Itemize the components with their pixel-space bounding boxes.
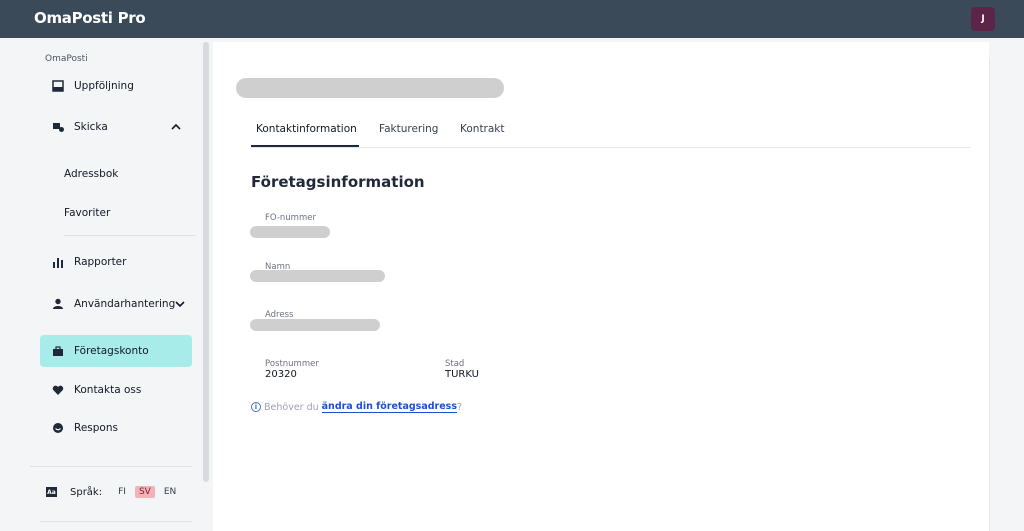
user-icon [50, 296, 66, 312]
tab-fakturering[interactable]: Fakturering [379, 123, 438, 135]
sidebar-item-anvandarhantering[interactable]: Användarhantering [40, 288, 192, 320]
app-title[interactable]: OmaPosti Pro [34, 9, 146, 27]
sidebar-subitem-adressbok[interactable]: Adressbok [64, 168, 118, 180]
language-selector: Aa Språk: FI SV EN [46, 486, 180, 498]
sidebar-scrollbar[interactable] [203, 42, 209, 482]
user-avatar[interactable]: J [971, 7, 995, 31]
top-bar: OmaPosti Pro J [0, 0, 1024, 38]
chevron-down-icon[interactable] [175, 300, 185, 311]
redacted-address [250, 319, 380, 331]
change-address-link[interactable]: ändra din företagsadress [321, 401, 457, 413]
postal-code-label: Postnummer [265, 359, 319, 369]
content-border [989, 58, 990, 531]
hint-prefix: Behöver du [264, 401, 319, 413]
tab-kontaktinformation[interactable]: Kontaktinformation [256, 123, 357, 135]
language-label: Språk: [70, 486, 103, 498]
sidebar-divider [40, 521, 192, 522]
change-address-hint: i Behöver du ändra din företagsadress ? [251, 401, 462, 413]
redacted-name [250, 270, 385, 282]
heart-icon [50, 382, 66, 398]
city-value: TURKU [445, 369, 479, 380]
sidebar-item-label: Rapporter [74, 256, 127, 268]
sidebar-item-respons[interactable]: Respons [40, 412, 192, 444]
sidebar-item-label: Kontakta oss [74, 384, 142, 396]
main-content: Kontaktinformation Fakturering Kontrakt … [213, 42, 989, 531]
redacted-company-name [236, 78, 504, 98]
sidebar-item-label: Respons [74, 422, 118, 434]
sidebar-divider [64, 235, 196, 236]
language-option-sv[interactable]: SV [134, 486, 155, 498]
sidebar-item-kontakta-oss[interactable]: Kontakta oss [40, 374, 192, 406]
language-option-fi[interactable]: FI [114, 486, 130, 498]
language-icon: Aa [46, 487, 57, 497]
sidebar-item-rapporter[interactable]: Rapporter [40, 246, 192, 278]
sidebar: OmaPosti Uppföljning Skicka Adressbok Fa… [0, 38, 210, 531]
sidebar-item-skicka[interactable]: Skicka [40, 111, 192, 143]
sidebar-item-uppfoljning[interactable]: Uppföljning [40, 70, 192, 102]
sidebar-divider [30, 466, 192, 467]
tab-kontrakt[interactable]: Kontrakt [460, 123, 505, 135]
sidebar-item-label: Företagskonto [74, 345, 149, 357]
inbox-icon [50, 78, 66, 94]
send-package-icon [50, 119, 66, 135]
city-label: Stad [445, 359, 465, 369]
briefcase-icon [50, 343, 66, 359]
sidebar-section-label: OmaPosti [45, 54, 88, 64]
tab-bar: Kontaktinformation Fakturering Kontrakt [251, 118, 970, 148]
chevron-up-icon[interactable] [171, 122, 181, 133]
sidebar-item-label: Uppföljning [74, 80, 134, 92]
postal-code-value: 20320 [265, 369, 297, 380]
sidebar-subitem-favoriter[interactable]: Favoriter [64, 207, 110, 219]
info-icon: i [251, 402, 261, 412]
active-tab-indicator [251, 145, 359, 147]
bar-chart-icon [50, 254, 66, 270]
fo-number-label: FO-nummer [265, 213, 316, 223]
section-title: Företagsinformation [251, 173, 425, 191]
smile-icon [50, 420, 66, 436]
sidebar-item-label: Skicka [74, 121, 108, 133]
redacted-fo-number [250, 226, 330, 238]
sidebar-item-foretagskonto[interactable]: Företagskonto [40, 335, 192, 367]
sidebar-item-label: Användarhantering [74, 298, 176, 310]
hint-suffix: ? [457, 401, 463, 413]
language-option-en[interactable]: EN [160, 486, 180, 498]
